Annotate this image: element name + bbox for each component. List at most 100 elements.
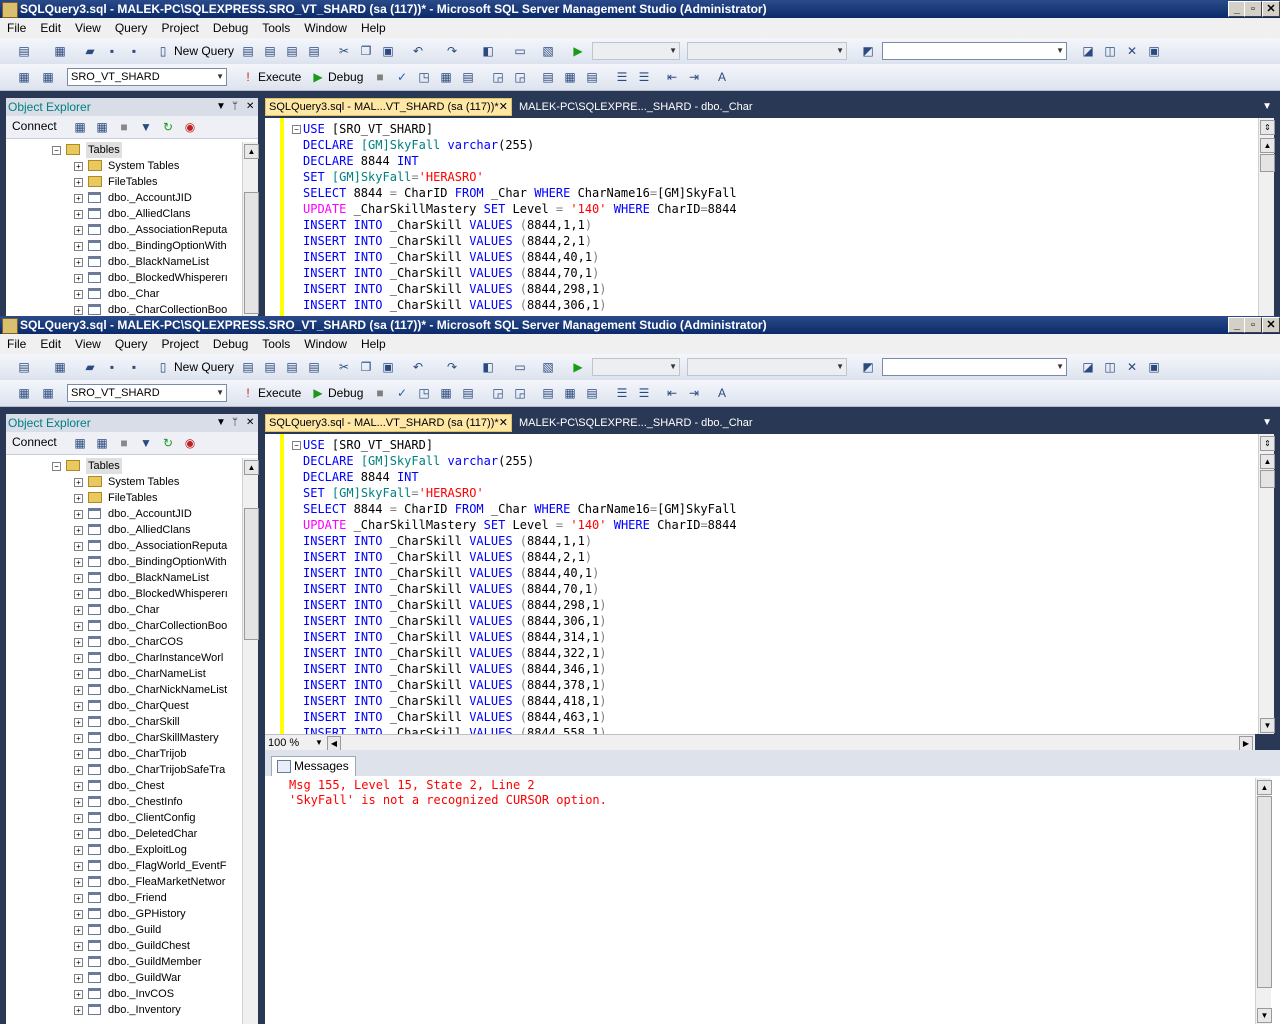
tree-node-folder[interactable]: + FileTables (8, 490, 244, 506)
menu-project[interactable]: Project (155, 334, 206, 354)
code-line[interactable]: INSERT INTO _CharSkill VALUES (8844,298,… (303, 281, 607, 297)
activity-icon[interactable]: ▧ (540, 43, 556, 59)
display-plan-icon[interactable]: ◳ (416, 69, 432, 85)
menu-view[interactable]: View (68, 334, 108, 354)
scroll-down-icon[interactable]: ▼ (1260, 718, 1275, 733)
code-line[interactable]: INSERT INTO _CharSkill VALUES (8844,306,… (303, 613, 607, 629)
xmla-query-icon[interactable]: ▤ (306, 43, 322, 59)
menu-debug[interactable]: Debug (206, 18, 255, 38)
new-query-button[interactable]: New Query (174, 43, 234, 59)
include-plan-icon[interactable]: ◲ (490, 69, 506, 85)
code-line[interactable]: INSERT INTO _CharSkill VALUES (8844,70,1… (303, 265, 599, 281)
analysis-query-icon[interactable]: ▤ (262, 43, 278, 59)
expand-icon[interactable]: + (74, 974, 83, 983)
increase-indent-icon[interactable]: ⇥ (686, 385, 702, 401)
query-editor[interactable]: − USE [SRO_VT_SHARD] DECLARE [GM]SkyFall v… (265, 434, 1274, 734)
tree-node-table[interactable]: + dbo._CharSkillMastery (8, 730, 244, 746)
parse-icon[interactable]: ✓ (394, 385, 410, 401)
tree-node-table[interactable]: + dbo._CharSkill (8, 714, 244, 730)
tree-node-folder[interactable]: + System Tables (8, 474, 244, 490)
code-line[interactable]: INSERT INTO _CharSkill VALUES (8844,1,1) (303, 533, 592, 549)
scroll-thumb[interactable] (1260, 154, 1275, 172)
scroll-up-icon[interactable]: ▲ (1257, 780, 1272, 795)
menu-edit[interactable]: Edit (33, 334, 68, 354)
scroll-up-icon[interactable]: ▲ (1260, 138, 1275, 153)
filter-icon[interactable]: ▼ (138, 435, 154, 451)
tree-node-table[interactable]: + dbo._ChestInfo (8, 794, 244, 810)
navigate-icon[interactable]: ◧ (480, 359, 496, 375)
registered-servers-icon[interactable]: ◪ (1080, 359, 1096, 375)
scroll-up-icon[interactable]: ▲ (244, 460, 259, 475)
navigate-icon[interactable]: ◧ (480, 43, 496, 59)
code-line[interactable]: INSERT INTO _CharSkill VALUES (8844,378,… (303, 677, 607, 693)
db-engine-query-icon[interactable]: ▤ (240, 43, 256, 59)
results-grid-icon[interactable]: ▦ (562, 69, 578, 85)
tree-node-tables[interactable]: − Tables (8, 458, 244, 474)
expand-icon[interactable]: + (74, 798, 83, 807)
tree-node-table[interactable]: + dbo._CharCollectionBoo (8, 618, 244, 634)
code-line[interactable]: INSERT INTO _CharSkill VALUES (8844,558,… (303, 725, 607, 734)
menu-view[interactable]: View (68, 18, 108, 38)
tabs-dropdown-icon[interactable]: ▼ (1262, 414, 1272, 432)
undo-icon[interactable]: ↶ (410, 43, 426, 59)
analysis-query-icon[interactable]: ▤ (262, 359, 278, 375)
new-query-icon[interactable]: ▯ (155, 359, 171, 375)
scroll-thumb[interactable] (244, 508, 259, 640)
tree-node-table[interactable]: + dbo._ClientConfig (8, 810, 244, 826)
start-icon[interactable]: ▶ (570, 359, 586, 375)
connect-icon[interactable]: ▦ (16, 385, 32, 401)
tab-dbo-char[interactable]: MALEK-PC\SQLEXPRE..._SHARD - dbo._Char (519, 98, 753, 116)
connect-icon[interactable]: ▦ (16, 69, 32, 85)
split-icon[interactable]: ⇕ (1260, 436, 1275, 451)
expand-icon[interactable]: + (74, 686, 83, 695)
expand-icon[interactable]: + (74, 226, 83, 235)
tree-node-table[interactable]: + dbo._AccountJID (8, 190, 244, 206)
tree-node-table[interactable]: + dbo._CharInstanceWorl (8, 650, 244, 666)
tree-node-table[interactable]: + dbo._BlackNameList (8, 254, 244, 270)
pane-close-icon[interactable]: ✕ (246, 98, 254, 116)
results-to-icon[interactable]: ▤ (460, 69, 476, 85)
copy-icon[interactable]: ❐ (358, 43, 374, 59)
expand-icon[interactable]: + (74, 814, 83, 823)
editor-scrollbar[interactable]: ⇕ ▲ ▼ (1258, 434, 1275, 734)
tree-node-table[interactable]: + dbo._BlackNameList (8, 570, 244, 586)
expand-icon[interactable]: + (74, 558, 83, 567)
expand-icon[interactable]: + (74, 766, 83, 775)
code-line[interactable]: DECLARE 8844 INT (303, 153, 419, 169)
comment-icon[interactable]: ☰ (614, 385, 630, 401)
tabs-dropdown-icon[interactable]: ▼ (1262, 98, 1272, 116)
new-project-icon[interactable]: ▤ (16, 43, 32, 59)
tree-node-table[interactable]: + dbo._AlliedClans (8, 206, 244, 222)
collapse-icon[interactable]: − (52, 462, 61, 471)
tab-close-icon[interactable]: ✕ (499, 415, 508, 431)
scroll-thumb[interactable] (1260, 470, 1275, 488)
expand-icon[interactable]: + (74, 210, 83, 219)
expand-icon[interactable]: + (74, 274, 83, 283)
maximize-button[interactable]: ▫ (1244, 1, 1262, 17)
code-line[interactable]: INSERT INTO _CharSkill VALUES (8844,322,… (303, 645, 607, 661)
code-line[interactable]: INSERT INTO _CharSkill VALUES (8844,298,… (303, 597, 607, 613)
debug-icon[interactable]: ▶ (310, 385, 326, 401)
comment-icon[interactable]: ☰ (614, 69, 630, 85)
debug-button[interactable]: Debug (328, 69, 363, 85)
cut-icon[interactable]: ✂ (336, 43, 352, 59)
menu-help[interactable]: Help (354, 334, 393, 354)
tab-dbo-char[interactable]: MALEK-PC\SQLEXPRE..._SHARD - dbo._Char (519, 414, 753, 432)
paste-icon[interactable]: ▣ (380, 43, 396, 59)
stop-icon[interactable]: ■ (116, 435, 132, 451)
database-dropdown[interactable]: SRO_VT_SHARD ▼ (67, 68, 227, 86)
save-icon[interactable]: ▪ (104, 43, 120, 59)
pin-icon[interactable]: ᛘ (232, 98, 238, 116)
expand-icon[interactable]: + (74, 178, 83, 187)
expand-icon[interactable]: + (74, 290, 83, 299)
expand-icon[interactable]: + (74, 862, 83, 871)
scroll-up-icon[interactable]: ▲ (1260, 454, 1275, 469)
tree-node-tables[interactable]: − Tables (8, 142, 244, 158)
expand-icon[interactable]: + (74, 162, 83, 171)
expand-icon[interactable]: + (74, 494, 83, 503)
expand-icon[interactable]: + (74, 830, 83, 839)
tree-scrollbar[interactable]: ▲ (242, 142, 259, 316)
connect-button[interactable]: Connect (12, 119, 57, 133)
tree-node-table[interactable]: + dbo._CharTrijob (8, 746, 244, 762)
decrease-indent-icon[interactable]: ⇤ (664, 69, 680, 85)
